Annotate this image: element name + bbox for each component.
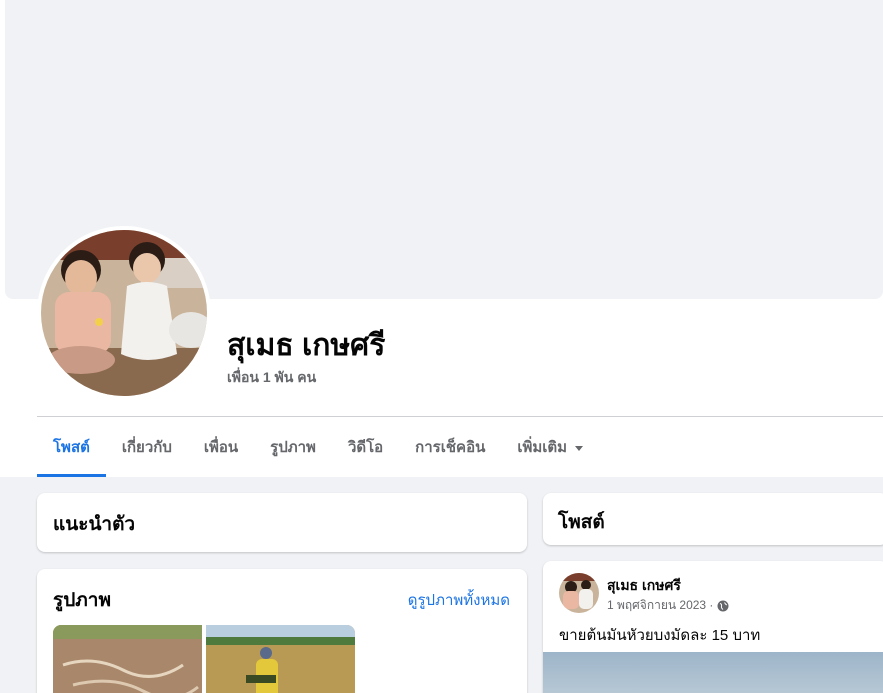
tab-friends[interactable]: เพื่อน xyxy=(188,417,254,477)
profile-tabs: โพสต์ เกี่ยวกับ เพื่อน รูปภาพ วิดีโอ การ… xyxy=(37,417,599,477)
post-card: สุเมธ เกษศรี 1 พฤศจิกายน 2023 · ขายต้นมั… xyxy=(543,561,883,693)
photos-card: รูปภาพ ดูรูปภาพทั้งหมด xyxy=(37,569,527,693)
post-author-name[interactable]: สุเมธ เกษศรี xyxy=(607,575,681,597)
profile-name: สุเมธ เกษศรี xyxy=(227,329,386,362)
tab-photos-label: รูปภาพ xyxy=(270,439,316,456)
tab-about[interactable]: เกี่ยวกับ xyxy=(106,417,188,477)
tab-posts[interactable]: โพสต์ xyxy=(37,417,106,477)
post-text: ขายต้นมันหัวยบงมัดละ 15 บาท xyxy=(559,627,761,644)
tab-checkins[interactable]: การเช็คอิน xyxy=(399,417,501,477)
see-all-photos-link[interactable]: ดูรูปภาพทั้งหมด xyxy=(408,588,510,612)
tab-more-label: เพิ่มเติม xyxy=(517,439,568,456)
intro-title: แนะนำตัว xyxy=(53,514,136,535)
profile-picture[interactable] xyxy=(37,226,211,400)
tab-photos[interactable]: รูปภาพ xyxy=(254,417,332,477)
photo-thumbnail[interactable] xyxy=(206,625,355,693)
tab-friends-label: เพื่อน xyxy=(203,439,239,456)
friend-count[interactable]: เพื่อน 1 พัน คน xyxy=(227,367,316,389)
posts-header-card: โพสต์ xyxy=(543,493,883,545)
caret-down-icon xyxy=(575,445,584,451)
tab-posts-label: โพสต์ xyxy=(53,439,90,456)
post-image[interactable] xyxy=(543,652,883,693)
posts-title: โพสต์ xyxy=(558,512,605,533)
globe-icon xyxy=(717,600,729,611)
tab-videos-label: วิดีโอ xyxy=(347,439,384,456)
photos-title: รูปภาพ xyxy=(53,590,111,611)
post-author-avatar[interactable] xyxy=(559,573,599,613)
tab-about-label: เกี่ยวกับ xyxy=(121,439,172,456)
tab-checkins-label: การเช็คอิน xyxy=(415,439,486,456)
photo-thumbnail[interactable] xyxy=(53,625,202,693)
profile-picture-image xyxy=(41,230,207,396)
intro-card: แนะนำตัว xyxy=(37,493,527,552)
post-date[interactable]: 1 พฤศจิกายน 2023 · xyxy=(607,596,713,615)
post-meta: 1 พฤศจิกายน 2023 · xyxy=(607,596,729,615)
tab-more[interactable]: เพิ่มเติม xyxy=(501,417,599,477)
tab-videos[interactable]: วิดีโอ xyxy=(332,417,399,477)
